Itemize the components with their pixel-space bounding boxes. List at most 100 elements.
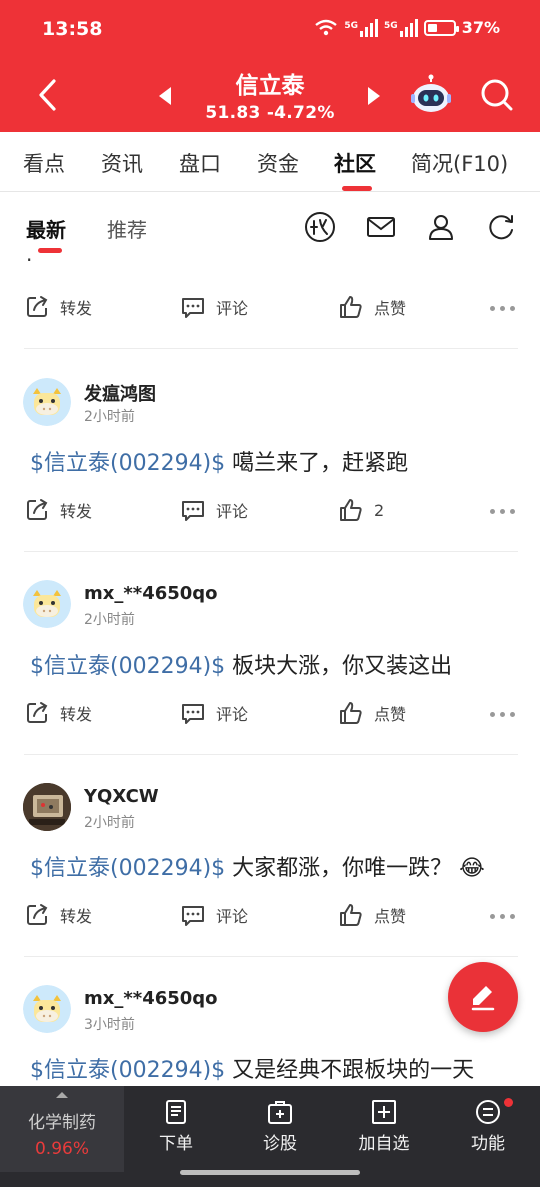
tab-funds[interactable]: 资金 [257, 148, 299, 178]
refresh-icon[interactable] [484, 210, 518, 244]
post-body: 板块大涨，你又装这出 [225, 654, 453, 679]
stock-tag-link[interactable]: $信立泰(002294)$ [30, 856, 225, 881]
plus-square-icon [372, 1100, 396, 1124]
stock-tag-link[interactable]: $信立泰(002294)$ [30, 451, 225, 476]
post-time: 2小时前 [84, 612, 135, 628]
repost-button[interactable]: 转发 [24, 294, 92, 320]
status-icons: 5G 5G 37% [314, 18, 500, 37]
search-icon[interactable] [478, 76, 516, 114]
username[interactable]: mx_**4650qo [84, 583, 218, 604]
username[interactable]: YQXCW [84, 786, 159, 807]
cow-avatar-icon [23, 580, 71, 628]
more-button[interactable] [490, 509, 515, 514]
like-button[interactable]: 点赞 [338, 294, 406, 320]
subtab-latest[interactable]: 最新 [26, 214, 66, 243]
post-body: 噶兰来了，赶紧跑 [225, 451, 409, 476]
post-actions: 转发 评论 2 [24, 497, 518, 529]
divider [24, 956, 518, 957]
active-subtab-indicator [38, 248, 62, 253]
functions-label: 功能 [471, 1134, 505, 1154]
add-watchlist-button[interactable]: 加自选 [344, 1098, 424, 1154]
tab-community[interactable]: 社区 [334, 148, 376, 178]
tab-order-book[interactable]: 盘口 [179, 148, 221, 178]
comment-icon [182, 501, 204, 521]
share-icon [27, 702, 48, 723]
tab-highlights[interactable]: 看点 [23, 148, 65, 178]
user-icon[interactable] [424, 210, 458, 244]
avatar[interactable] [23, 783, 71, 831]
stock-tag-link[interactable]: $信立泰(002294)$ [30, 1058, 225, 1083]
menu-circle-icon [476, 1100, 500, 1124]
more-button[interactable] [490, 712, 515, 717]
post-text[interactable]: $信立泰(002294)$ 噶兰来了，赶紧跑 [30, 445, 408, 477]
comment-label: 评论 [216, 299, 249, 318]
sector-change: 0.96% [34, 1139, 89, 1159]
status-time: 13:58 [42, 18, 103, 40]
tab-f10[interactable]: 简况(F10) [411, 148, 508, 178]
share-icon [27, 296, 48, 317]
add-watchlist-label: 加自选 [358, 1134, 410, 1154]
sector-name: 化学制药 [28, 1113, 96, 1133]
comment-button[interactable]: 评论 [180, 294, 248, 320]
avatar[interactable] [23, 378, 71, 426]
repost-button[interactable]: 转发 [24, 902, 92, 928]
post-time: 2小时前 [84, 815, 135, 831]
cow-avatar-icon [23, 378, 71, 426]
home-indicator[interactable] [180, 1170, 360, 1175]
comment-icon [182, 704, 204, 724]
post-text[interactable]: $信立泰(002294)$ 板块大涨，你又装这出 [30, 648, 452, 680]
comment-button[interactable]: 评论 [180, 497, 248, 523]
stock-bar-icon[interactable] [303, 210, 337, 244]
like-button[interactable]: 点赞 [338, 902, 406, 928]
comment-icon [182, 906, 204, 926]
functions-button[interactable]: 功能 [448, 1098, 528, 1154]
order-button[interactable]: 下单 [136, 1098, 216, 1154]
comment-button[interactable]: 评论 [180, 700, 248, 726]
post-body: 又是经典不跟板块的一天 [225, 1058, 475, 1083]
more-icon [490, 509, 515, 514]
username[interactable]: mx_**4650qo [84, 988, 218, 1009]
back-button[interactable] [30, 72, 66, 118]
like-button[interactable]: 点赞 [338, 700, 406, 726]
robot-assistant-icon[interactable] [410, 74, 452, 116]
like-button[interactable]: 2 [338, 497, 384, 523]
stock-price-change: 51.83 -4.72% [205, 103, 335, 123]
more-button[interactable] [490, 306, 515, 311]
stock-tag-link[interactable]: $信立泰(002294)$ [30, 654, 225, 679]
more-button[interactable] [490, 914, 515, 919]
comment-button[interactable]: 评论 [180, 902, 248, 928]
avatar[interactable] [23, 580, 71, 628]
sector-quote[interactable]: 化学制药 0.96% [0, 1086, 124, 1172]
comment-label: 评论 [216, 907, 249, 926]
emoji-icon: 😂 [459, 856, 485, 881]
signal-label: 5G [384, 20, 398, 31]
subtab-recommended[interactable]: 推荐 [107, 214, 147, 243]
prev-stock-icon[interactable] [155, 84, 177, 108]
post-text[interactable]: $信立泰(002294)$ 又是经典不跟板块的一天 [30, 1052, 474, 1084]
medical-kit-icon [268, 1101, 292, 1124]
tab-bar: 看点 资讯 盘口 资金 社区 简况(F10) [0, 132, 540, 192]
diagnose-button[interactable]: 诊股 [240, 1098, 320, 1154]
post-time: 2小时前 [84, 409, 135, 425]
next-stock-icon[interactable] [362, 84, 384, 108]
like-label: 点赞 [374, 907, 407, 926]
wifi-icon [315, 19, 338, 35]
thumbs-up-icon [340, 296, 362, 318]
post-time: 3小时前 [84, 1017, 135, 1033]
tab-news[interactable]: 资讯 [101, 148, 143, 178]
mail-icon[interactable] [364, 210, 398, 244]
share-icon [27, 499, 48, 520]
like-count: 2 [374, 500, 385, 520]
post-actions: 转发 评论 点赞 [24, 902, 518, 934]
comment-label: 评论 [216, 502, 249, 521]
post-text[interactable]: $信立泰(002294)$ 大家都涨，你唯一跌？ 😂 [30, 850, 485, 882]
more-icon [490, 914, 515, 919]
compose-post-button[interactable] [448, 962, 518, 1032]
post-actions: 转发 评论 点赞 [24, 294, 518, 326]
repost-button[interactable]: 转发 [24, 497, 92, 523]
username[interactable]: 发瘟鸿图 [84, 380, 156, 406]
avatar[interactable] [23, 985, 71, 1033]
repost-button[interactable]: 转发 [24, 700, 92, 726]
repost-label: 转发 [60, 502, 93, 521]
signal-icon: 5G [344, 18, 379, 37]
